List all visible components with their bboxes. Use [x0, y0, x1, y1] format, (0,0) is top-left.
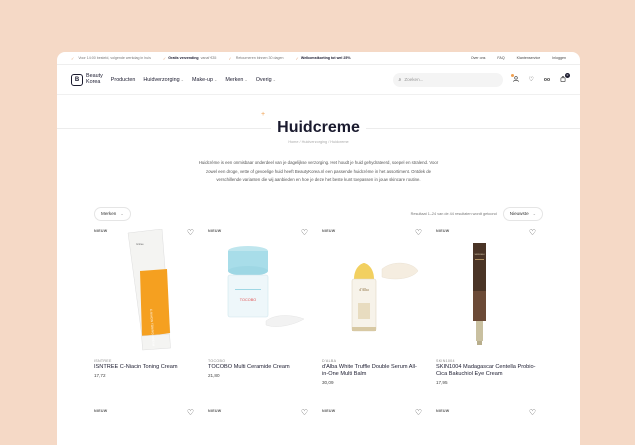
- nav-producten[interactable]: Producten: [111, 77, 136, 83]
- wishlist-heart-icon[interactable]: ♡: [529, 228, 536, 237]
- usp-item: ✓ Retourneren binnen 30 dagen: [228, 55, 284, 61]
- new-badge: NIEUW: [322, 408, 336, 413]
- chevron-down-icon: ⌄: [180, 76, 184, 82]
- product-grid-row-2: NIEUW ♡ NIEUW ♡ NIEUW ♡ NIEUW ♡: [57, 408, 580, 421]
- main-nav: Producten Huidverzorging⌄ Make-up⌄ Merke…: [111, 77, 276, 83]
- product-brand: TOCOBO: [208, 358, 226, 363]
- nav-overig[interactable]: Overig⌄: [256, 77, 276, 83]
- check-icon: ✓: [71, 55, 75, 61]
- sort-select[interactable]: Nieuwste ⌄: [502, 206, 543, 221]
- new-badge: NIEUW: [436, 228, 450, 233]
- filter-bar: Merken ⌄ Resultaat 1–24 van de 44 resulta…: [57, 206, 580, 221]
- product-name[interactable]: d'Alba White Truffle Double Serum All-in…: [322, 364, 422, 378]
- product-brand: ISNTREE: [94, 358, 112, 363]
- user-icon[interactable]: [510, 73, 519, 84]
- chevron-down-icon: ⌄: [532, 211, 536, 217]
- product-image[interactable]: NIEUW ♡ d'Alba: [322, 228, 422, 355]
- svg-text:SKIN1004: SKIN1004: [475, 254, 486, 256]
- link-over-ons[interactable]: Over ons: [471, 56, 486, 60]
- product-image[interactable]: NIEUW ♡ C-NIACIN TONING CREAM Isntree: [94, 228, 194, 355]
- chevron-down-icon: ⌄: [244, 76, 248, 82]
- wishlist-heart-icon[interactable]: ♡: [187, 228, 194, 237]
- wishlist-heart-icon[interactable]: ♡: [415, 408, 422, 417]
- new-badge: NIEUW: [208, 408, 222, 413]
- product-grid: NIEUW ♡ C-NIACIN TONING CREAM Isntree IS…: [57, 228, 580, 385]
- product-card[interactable]: NIEUW ♡ C-NIACIN TONING CREAM Isntree IS…: [94, 228, 194, 385]
- brand-filter-select[interactable]: Merken ⌄: [94, 206, 131, 221]
- svg-text:d'Alba: d'Alba: [359, 288, 369, 292]
- search-icon: ⌕: [398, 76, 402, 83]
- compare-icon[interactable]: oo: [544, 77, 550, 83]
- new-badge: NIEUW: [94, 408, 108, 413]
- product-name[interactable]: SKIN1004 Madagascar Centella Probio-Cica…: [436, 364, 536, 378]
- product-card[interactable]: NIEUW ♡: [436, 408, 536, 421]
- link-inloggen[interactable]: Inloggen: [552, 56, 566, 60]
- product-card[interactable]: NIEUW ♡ TOCOBO TOCOBO TOCOBO Multi Ceram…: [208, 228, 308, 385]
- title-section: + Huidcreme: [57, 111, 580, 137]
- new-badge: NIEUW: [208, 228, 222, 233]
- chevron-down-icon: ⌄: [272, 76, 276, 82]
- product-card[interactable]: NIEUW ♡ SKIN1004 SKIN1004 SKIN1004 Madag…: [436, 228, 536, 385]
- check-icon: ✓: [295, 55, 299, 61]
- svg-text:Isntree: Isntree: [136, 243, 144, 246]
- product-brand: D'ALBA: [322, 358, 337, 363]
- link-faq[interactable]: FAQ: [497, 56, 504, 60]
- link-klantenservice[interactable]: Klantenservice: [517, 56, 541, 60]
- nav-merken[interactable]: Merken⌄: [225, 77, 247, 83]
- product-image[interactable]: NIEUW ♡ TOCOBO: [208, 228, 308, 355]
- product-price: 21,80: [208, 372, 220, 378]
- heart-icon[interactable]: ♡: [529, 76, 534, 83]
- product-card[interactable]: NIEUW ♡: [322, 408, 422, 421]
- browser-page: ✓ Voor 14:00 besteld, volgende werkdag in…: [57, 52, 580, 445]
- new-badge: NIEUW: [94, 228, 108, 233]
- breadcrumb[interactable]: Home / Huidverzorging / Huidcreme: [57, 140, 580, 144]
- wishlist-heart-icon[interactable]: ♡: [301, 228, 308, 237]
- product-price: 17,72: [94, 372, 106, 378]
- search-placeholder: Zoeken...: [404, 77, 424, 82]
- usp-item: ✓ Gratis verzending vanaf €35: [162, 55, 217, 61]
- tube-illustration: C-NIACIN TONING CREAM Isntree: [127, 228, 171, 351]
- product-card[interactable]: NIEUW ♡ d'Alba D'ALBA d'Alba White Truff…: [322, 228, 422, 385]
- new-badge: NIEUW: [322, 228, 336, 233]
- new-badge: NIEUW: [436, 408, 450, 413]
- top-links: Over ons FAQ Klantenservice Inloggen: [471, 56, 566, 60]
- usp-item: ✓ Welkomstkorting tot wel 25%: [295, 55, 351, 61]
- page-title: Huidcreme: [271, 119, 366, 137]
- jar-illustration: TOCOBO: [227, 245, 305, 327]
- logo-mark-icon: B: [71, 73, 83, 86]
- product-card[interactable]: NIEUW ♡: [94, 408, 194, 421]
- bag-icon[interactable]: 0: [560, 72, 570, 84]
- logo-line2: Korea: [86, 78, 101, 85]
- product-brand: SKIN1004: [436, 358, 455, 363]
- sparkle-icon: +: [261, 111, 266, 118]
- usp-item: ✓ Voor 14:00 besteld, volgende werkdag in…: [71, 55, 151, 61]
- check-icon: ✓: [162, 55, 167, 61]
- wishlist-heart-icon[interactable]: ♡: [529, 408, 536, 417]
- search-input[interactable]: ⌕ Zoeken...: [392, 72, 503, 87]
- product-name[interactable]: TOCOBO Multi Ceramide Cream: [208, 364, 308, 371]
- product-name[interactable]: ISNTREE C-Niacin Toning Cream: [94, 364, 194, 371]
- wishlist-heart-icon[interactable]: ♡: [187, 408, 194, 417]
- header-icons: ♡ oo 0: [510, 72, 570, 84]
- check-icon: ✓: [228, 55, 232, 61]
- wishlist-heart-icon[interactable]: ♡: [301, 408, 308, 417]
- chevron-down-icon: ⌄: [120, 211, 124, 217]
- wishlist-heart-icon[interactable]: ♡: [415, 228, 422, 237]
- site-header: B Beauty Korea Producten Huidverzorging⌄…: [57, 65, 580, 95]
- eye-cream-illustration: SKIN1004: [473, 242, 486, 345]
- svg-text:TOCOBO: TOCOBO: [240, 298, 256, 302]
- result-count: Resultaat 1–24 van de 44 resultaten word…: [410, 211, 497, 216]
- cart-count-badge: 0: [565, 72, 570, 78]
- nav-huidverzorging[interactable]: Huidverzorging⌄: [143, 77, 184, 83]
- category-intro: Huidcrème is een onmisbaar onderdeel van…: [198, 160, 439, 183]
- product-image[interactable]: NIEUW ♡ SKIN1004: [436, 228, 536, 355]
- logo[interactable]: B Beauty Korea: [71, 73, 103, 86]
- stick-illustration: d'Alba: [351, 262, 419, 332]
- product-price: 30,09: [322, 379, 334, 385]
- usp-bar: ✓ Voor 14:00 besteld, volgende werkdag in…: [57, 52, 580, 65]
- chevron-down-icon: ⌄: [213, 76, 218, 82]
- product-card[interactable]: NIEUW ♡: [208, 408, 308, 421]
- product-price: 17,95: [436, 379, 448, 385]
- nav-make-up[interactable]: Make-up⌄: [192, 77, 217, 83]
